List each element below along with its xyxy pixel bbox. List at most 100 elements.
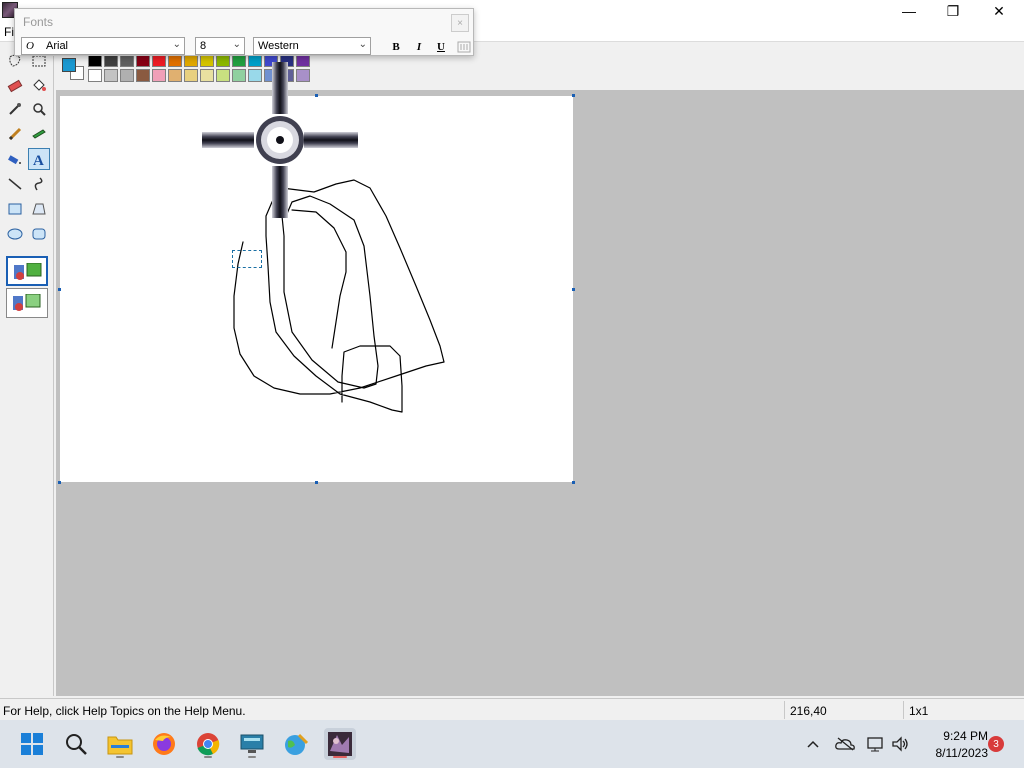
magnifier-tool[interactable] — [28, 98, 50, 120]
font-size-value: 8 — [200, 40, 207, 52]
text-a-icon: A — [33, 153, 44, 167]
brush-tool[interactable] — [28, 123, 50, 145]
resize-handle-bottom-left[interactable] — [58, 481, 61, 484]
status-bar: For Help, click Help Topics on the Help … — [0, 698, 1024, 720]
resize-handle-bottom-right[interactable] — [572, 481, 575, 484]
chevron-up-icon — [807, 740, 819, 748]
font-size-combo[interactable]: 8 ⌄ — [195, 37, 245, 55]
search-button[interactable] — [60, 728, 92, 760]
underline-button[interactable]: U — [432, 39, 450, 55]
status-divider — [903, 701, 904, 719]
curve-tool[interactable] — [28, 173, 50, 195]
opentype-font-icon: O — [26, 40, 34, 52]
folder-icon — [107, 736, 133, 755]
notification-badge[interactable]: 3 — [988, 736, 1004, 752]
windows-logo-icon — [21, 733, 43, 755]
toolbox: A — [0, 50, 54, 696]
paint-app-icon — [328, 732, 352, 756]
polygon-tool[interactable] — [28, 198, 50, 220]
network-tray-icon[interactable] — [866, 734, 886, 754]
onedrive-tray-icon[interactable] — [835, 734, 855, 754]
rectangle-icon — [8, 203, 22, 215]
menu-file[interactable]: Fi — [4, 25, 14, 39]
firefox-icon — [153, 733, 175, 755]
show-hidden-icons-button[interactable] — [803, 734, 823, 754]
eyedropper-icon — [9, 103, 21, 115]
chrome-icon — [197, 733, 220, 756]
color-picker-tool[interactable] — [4, 98, 26, 120]
palette-swatch[interactable] — [168, 69, 182, 82]
vertical-text-icon — [457, 41, 471, 53]
taskbar-paint-globe[interactable] — [280, 728, 312, 760]
chevron-down-icon: ⌄ — [232, 39, 241, 50]
clock-time[interactable]: 9:24 PM — [928, 729, 988, 743]
palette-swatch[interactable] — [184, 69, 198, 82]
minimize-button[interactable]: — — [886, 0, 932, 22]
taskbar-file-explorer[interactable] — [104, 728, 136, 760]
resize-handle-left[interactable] — [58, 288, 61, 291]
pencil-icon — [8, 127, 22, 141]
palette-swatch[interactable] — [88, 69, 102, 82]
rounded-rect-tool[interactable] — [28, 223, 50, 245]
svg-text:A: A — [33, 153, 44, 167]
speaker-icon — [892, 736, 908, 752]
line-icon — [8, 178, 22, 190]
palette-swatch[interactable] — [152, 69, 166, 82]
rounded-rect-icon — [32, 228, 46, 240]
taskbar-paint-active[interactable] — [324, 728, 356, 760]
start-button[interactable] — [16, 728, 48, 760]
fonts-toolbar: Fonts × O Arial ⌄ 8 ⌄ Western ⌄ B I U — [14, 8, 474, 56]
resize-handle-bottom[interactable] — [315, 481, 318, 484]
text-tool[interactable]: A — [28, 148, 50, 170]
opaque-shapes-icon — [14, 263, 42, 280]
resize-handle-top-right[interactable] — [572, 94, 575, 97]
airbrush-tool[interactable] — [4, 148, 26, 170]
opaque-background-option[interactable] — [6, 256, 48, 286]
pencil-tool[interactable] — [4, 123, 26, 145]
maximize-button[interactable]: ❐ — [930, 0, 976, 22]
ellipse-tool[interactable] — [4, 223, 26, 245]
volume-tray-icon[interactable] — [890, 734, 910, 754]
foreground-color-swatch[interactable] — [62, 58, 76, 72]
freehand-stroke-hook — [291, 209, 347, 349]
taskbar-remote-desktop[interactable] — [236, 728, 268, 760]
network-icon — [867, 737, 883, 752]
taskbar-firefox[interactable] — [148, 728, 180, 760]
status-help-text: For Help, click Help Topics on the Help … — [3, 704, 246, 718]
resize-handle-right[interactable] — [572, 288, 575, 291]
brush-icon — [32, 129, 46, 139]
taskbar-chrome[interactable] — [192, 728, 224, 760]
text-selection-box[interactable] — [232, 250, 262, 268]
close-button[interactable]: ✕ — [976, 0, 1022, 22]
chevron-down-icon: ⌄ — [358, 39, 367, 50]
line-tool[interactable] — [4, 173, 26, 195]
italic-button[interactable]: I — [410, 39, 428, 55]
freehand-stroke-inner — [279, 195, 379, 389]
curve-icon — [34, 177, 43, 191]
eraser-icon — [7, 79, 23, 93]
palette-swatch[interactable] — [120, 69, 134, 82]
script-combo[interactable]: Western ⌄ — [253, 37, 371, 55]
eraser-tool[interactable] — [4, 74, 26, 96]
palette-swatch[interactable] — [136, 69, 150, 82]
airbrush-icon — [8, 155, 21, 165]
taskbar: 9:24 PM 8/11/2023 3 — [0, 720, 1024, 768]
current-colors[interactable] — [60, 54, 86, 80]
magnifier-icon — [33, 103, 46, 116]
fonts-close-button[interactable]: × — [451, 14, 469, 32]
transparent-background-option[interactable] — [6, 288, 48, 318]
fill-tool[interactable] — [28, 74, 50, 96]
search-icon — [66, 734, 87, 755]
ellipse-icon — [7, 228, 23, 240]
bold-button[interactable]: B — [387, 39, 405, 55]
paint-bucket-icon — [33, 79, 46, 91]
clock-date[interactable]: 8/11/2023 — [928, 746, 989, 760]
transparent-shapes-icon — [13, 294, 41, 311]
globe-brush-icon — [285, 733, 309, 755]
font-name-value: Arial — [46, 40, 69, 52]
palette-swatch[interactable] — [104, 69, 118, 82]
font-name-combo[interactable]: O Arial ⌄ — [21, 37, 185, 55]
vertical-text-button[interactable] — [455, 39, 473, 55]
polygon-icon — [32, 203, 46, 215]
rectangle-tool[interactable] — [4, 198, 26, 220]
